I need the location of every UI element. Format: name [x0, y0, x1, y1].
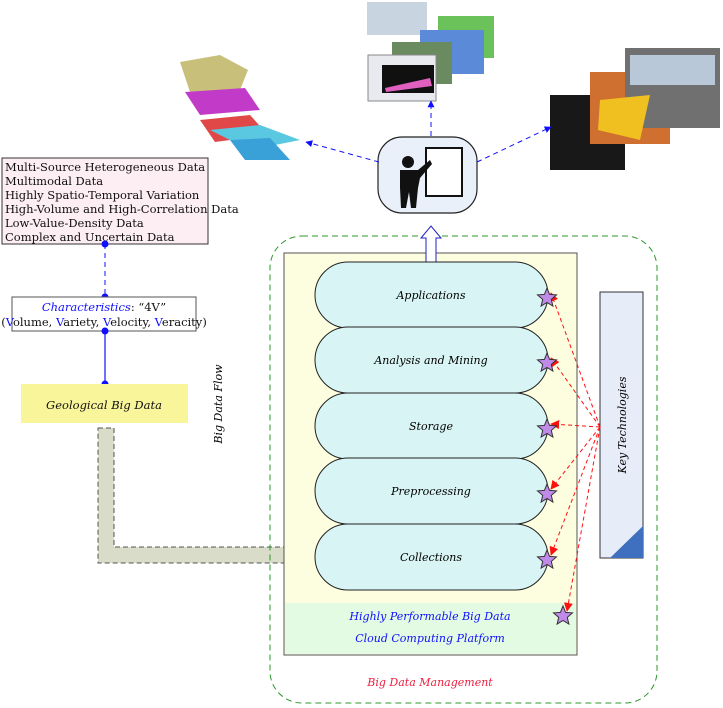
- big-data-management-label: Big Data Management: [366, 676, 493, 689]
- gis-software-images-center: [367, 2, 494, 102]
- whiteboard-icon: [425, 147, 463, 197]
- property-item: High-Volume and High-Correlation Data: [5, 202, 239, 216]
- layer-applications: Applications: [314, 261, 549, 329]
- layer-collections: Collections: [314, 523, 549, 591]
- layer-label: Collections: [400, 551, 462, 564]
- property-item: Complex and Uncertain Data: [5, 230, 175, 244]
- platform-label-line1: Highly Performable Big Data: [348, 610, 510, 623]
- layer-label: Storage: [409, 420, 453, 433]
- geological-model-images-left: [180, 55, 300, 160]
- svg-text:Characteristics: “4V”: Characteristics: “4V”: [42, 300, 166, 314]
- big-data-diagram: Multi-Source Heterogeneous Data Multimod…: [1, 2, 720, 704]
- 3d-visualization-images-right: [550, 48, 720, 170]
- characteristics-box: Characteristics: “4V” (Volume, Variety, …: [1, 296, 207, 332]
- property-item: Multi-Source Heterogeneous Data: [5, 160, 205, 174]
- key-technologies-label: Key Technologies: [616, 376, 629, 474]
- data-properties-box: Multi-Source Heterogeneous Data Multimod…: [1, 157, 239, 245]
- arrow-to-left-images: [305, 140, 380, 163]
- layer-label: Analysis and Mining: [373, 354, 487, 367]
- layer-storage: Storage: [314, 392, 549, 460]
- property-item: Low-Value-Density Data: [5, 216, 144, 230]
- property-item: Multimodal Data: [5, 174, 103, 188]
- presenter-node: [377, 136, 478, 214]
- property-item: Highly Spatio-Temporal Variation: [5, 188, 200, 202]
- layer-label: Applications: [395, 289, 465, 302]
- svg-text:(Volume, Variety, Velocity, Ve: (Volume, Variety, Velocity, Veracity): [1, 315, 207, 329]
- big-data-flow-label: Big Data Flow: [212, 364, 225, 445]
- data-flow-arrow: [97, 427, 317, 574]
- layer-label: Preprocessing: [390, 485, 471, 498]
- arrow-to-right-images: [476, 126, 552, 163]
- layer-analysis-and-mining: Analysis and Mining: [314, 326, 549, 394]
- geological-big-data-label: Geological Big Data: [46, 398, 162, 412]
- layer-preprocessing: Preprocessing: [314, 457, 549, 525]
- platform-label-line2: Cloud Computing Platform: [355, 632, 505, 645]
